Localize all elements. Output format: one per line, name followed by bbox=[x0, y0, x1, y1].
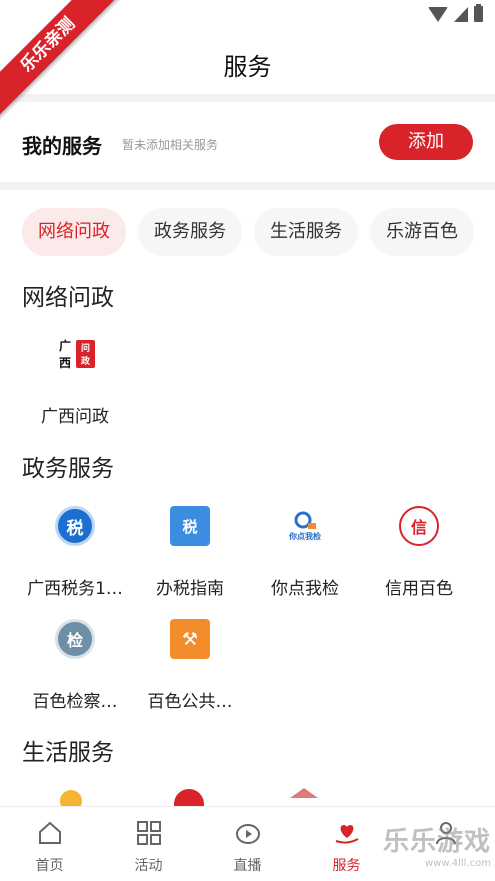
service-label: 你点我检 bbox=[271, 579, 339, 599]
credit-baise-icon: 信 bbox=[399, 506, 439, 546]
tab-leyou-baise[interactable]: 乐游百色 bbox=[370, 208, 474, 256]
corner-ribbon: 乐乐亲测 bbox=[0, 0, 120, 120]
page-title: 服务 bbox=[223, 52, 272, 81]
tab-zhengwu-fuwu[interactable]: 政务服务 bbox=[138, 208, 242, 256]
section-title-zhengwu: 政务服务 bbox=[22, 456, 114, 482]
public-resource-glyph: ⚒ bbox=[181, 628, 199, 650]
divider bbox=[0, 182, 495, 190]
house-icon[interactable] bbox=[290, 788, 318, 806]
grid-icon bbox=[136, 821, 161, 845]
watermark-brand: 乐乐游戏 bbox=[382, 827, 491, 857]
watermark: 乐乐游戏 www.4lll.com bbox=[383, 821, 491, 869]
nav-item-activity[interactable]: 活动 bbox=[99, 807, 198, 881]
service-procuratorate[interactable]: 检 百色检察… bbox=[18, 619, 132, 712]
nav-label: 活动 bbox=[134, 858, 163, 874]
tax-guide-icon: 税 bbox=[170, 506, 210, 546]
service-credit-baise[interactable]: 信 信用百色 bbox=[362, 506, 476, 599]
heart-hand-icon bbox=[335, 825, 358, 844]
service-label: 百色公共… bbox=[147, 692, 233, 712]
red-circle-service-icon[interactable] bbox=[174, 789, 206, 806]
add-button[interactable]: 添加 bbox=[379, 124, 473, 160]
watermark-url: www.4lll.com bbox=[424, 858, 491, 869]
inspect-caption: 你点我检 bbox=[289, 531, 321, 541]
tax-circle-icon: 税 bbox=[55, 506, 95, 546]
service-guangxi-wenzheng[interactable]: 广西 问政 广西问政 bbox=[18, 334, 132, 427]
section-title-shenghuo: 生活服务 bbox=[22, 740, 114, 766]
service-label: 信用百色 bbox=[385, 579, 453, 599]
weather-icon[interactable] bbox=[58, 790, 90, 806]
logo-text: 广西 bbox=[58, 339, 71, 370]
my-services-hint: 暂未添加相关服务 bbox=[122, 138, 219, 152]
section-title-wangluo: 网络问政 bbox=[22, 285, 114, 311]
tax-guide-glyph: 税 bbox=[182, 517, 198, 536]
public-resource-icon: ⚒ bbox=[170, 619, 210, 659]
logo-badge: 问政 bbox=[76, 340, 95, 368]
service-public-resource[interactable]: ⚒ 百色公共… bbox=[133, 619, 247, 712]
service-label: 广西问政 bbox=[41, 407, 109, 427]
nav-item-home[interactable]: 首页 bbox=[0, 807, 99, 881]
credit-glyph: 信 bbox=[410, 518, 427, 537]
nav-item-service[interactable]: 服务 bbox=[297, 807, 396, 881]
live-icon bbox=[235, 824, 260, 844]
service-guangxi-tax[interactable]: 税 广西税务1… bbox=[18, 506, 132, 599]
category-tabs: 网络问政 政务服务 生活服务 乐游百色 bbox=[22, 208, 495, 256]
service-label: 办税指南 bbox=[156, 579, 224, 599]
status-icons bbox=[428, 4, 483, 22]
guangxi-wenzheng-logo-icon: 广西 问政 bbox=[55, 334, 95, 374]
tab-shenghuo-fuwu[interactable]: 生活服务 bbox=[254, 208, 358, 256]
nav-label: 直播 bbox=[233, 858, 262, 874]
procuratorate-glyph: 检 bbox=[66, 631, 83, 650]
nav-label: 首页 bbox=[35, 858, 64, 874]
service-tax-guide[interactable]: 税 办税指南 bbox=[133, 506, 247, 599]
service-inspect[interactable]: 你点我检 你点我检 bbox=[248, 506, 362, 599]
service-label: 广西税务1… bbox=[27, 579, 123, 599]
signal-icon bbox=[454, 6, 468, 22]
ribbon-text: 乐乐亲测 bbox=[0, 0, 120, 120]
tab-wangluo-wenzheng[interactable]: 网络问政 bbox=[22, 208, 126, 256]
inspect-icon: 你点我检 bbox=[285, 506, 325, 546]
service-label: 百色检察… bbox=[32, 692, 118, 712]
home-icon bbox=[38, 821, 61, 844]
battery-icon bbox=[474, 4, 483, 22]
my-services-title: 我的服务 bbox=[22, 134, 102, 158]
nav-item-live[interactable]: 直播 bbox=[198, 807, 297, 881]
procuratorate-icon: 检 bbox=[55, 619, 95, 659]
wifi-icon bbox=[428, 6, 448, 22]
tax-glyph: 税 bbox=[66, 518, 84, 539]
inspect-glass-icon bbox=[294, 511, 316, 529]
nav-label: 服务 bbox=[332, 858, 361, 874]
